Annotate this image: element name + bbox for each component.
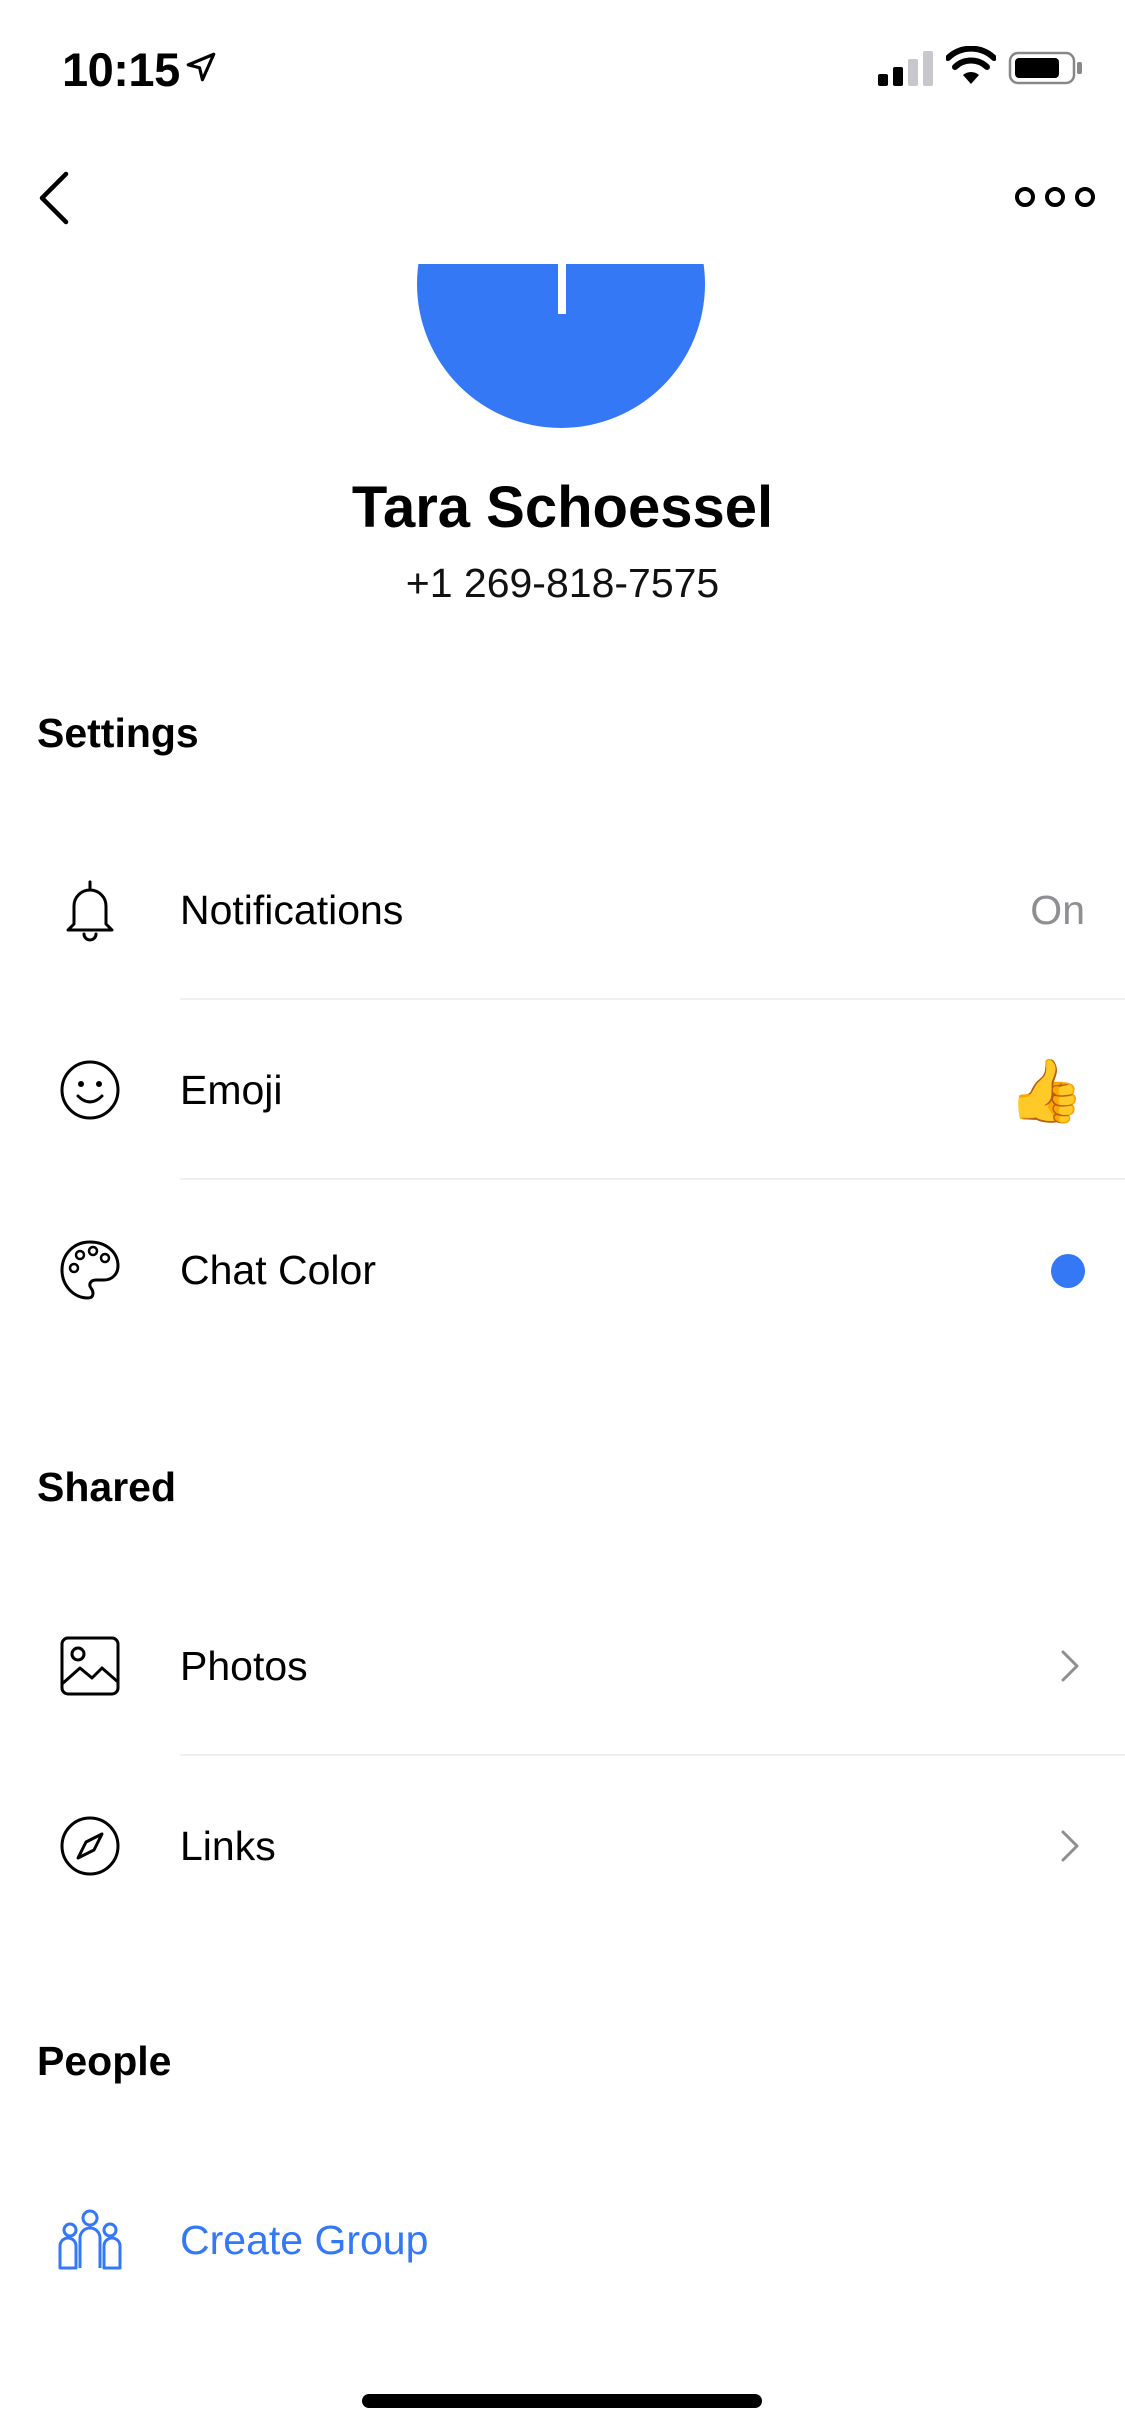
row-create-group[interactable]: Create Group xyxy=(0,2150,1125,2330)
status-bar: 10:15 xyxy=(0,0,1125,132)
notifications-value: On xyxy=(1030,887,1085,933)
row-chat-color[interactable]: Chat Color xyxy=(0,1180,1125,1360)
group-icon xyxy=(58,2209,122,2270)
row-label: Photos xyxy=(180,1643,308,1689)
row-label: Create Group xyxy=(180,2217,429,2263)
section-header-settings: Settings xyxy=(37,710,199,756)
section-header-shared: Shared xyxy=(37,1464,176,1510)
compass-icon xyxy=(60,1816,120,1876)
chevron-left-icon[interactable] xyxy=(28,158,108,238)
nav-bar xyxy=(0,132,1125,264)
avatar-initial-mark xyxy=(558,264,566,314)
section-header-people: People xyxy=(37,2038,172,2084)
smiley-icon xyxy=(60,1060,120,1120)
cellular-signal-icon xyxy=(878,51,933,86)
wifi-icon xyxy=(946,46,996,84)
palette-icon xyxy=(60,1240,120,1300)
row-label: Emoji xyxy=(180,1067,283,1113)
battery-icon xyxy=(1008,51,1082,85)
chat-color-swatch xyxy=(1051,1254,1085,1288)
row-photos[interactable]: Photos xyxy=(0,1576,1125,1756)
row-label: Links xyxy=(180,1823,276,1869)
contact-name: Tara Schoessel xyxy=(351,475,774,540)
more-horizontal-icon[interactable] xyxy=(1010,172,1100,222)
status-time: 10:15 xyxy=(62,43,180,96)
contact-phone: +1 269-818-7575 xyxy=(405,560,720,606)
chevron-right-icon xyxy=(1061,1650,1079,1682)
row-emoji[interactable]: Emoji 👍 xyxy=(0,1000,1125,1180)
home-indicator[interactable] xyxy=(362,2394,762,2408)
row-label: Chat Color xyxy=(180,1247,376,1293)
chevron-right-icon xyxy=(1061,1830,1079,1862)
photo-icon xyxy=(60,1636,120,1696)
row-links[interactable]: Links xyxy=(0,1756,1125,1936)
location-arrow-icon xyxy=(186,52,216,82)
emoji-value: 👍 xyxy=(1007,1054,1085,1127)
bell-icon xyxy=(66,880,114,942)
row-label: Notifications xyxy=(180,887,404,933)
row-notifications[interactable]: Notifications On xyxy=(0,820,1125,1000)
